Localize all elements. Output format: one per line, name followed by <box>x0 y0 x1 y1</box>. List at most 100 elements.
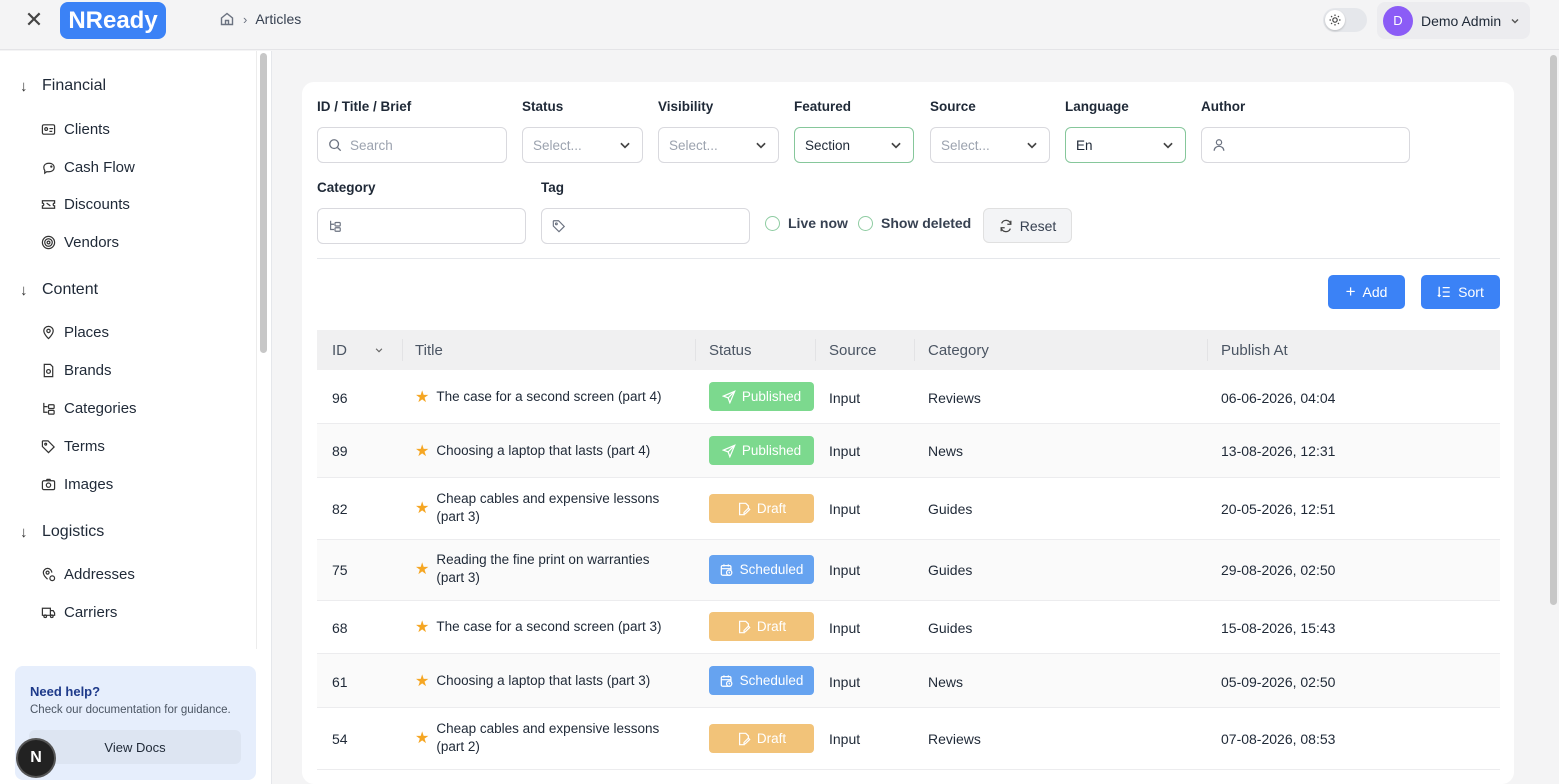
sidebar-item-addresses[interactable]: Addresses <box>41 566 135 583</box>
table-row[interactable]: 82 ★ Cheap cables and expensive lessons … <box>317 478 1500 540</box>
help-text: Check our documentation for guidance. <box>30 704 231 716</box>
show-deleted-checkbox[interactable]: Show deleted <box>858 215 971 231</box>
star-icon[interactable]: ★ <box>415 559 429 579</box>
sidebar-scrollbar[interactable] <box>260 53 267 353</box>
calendar-clock-icon <box>720 563 733 576</box>
language-select[interactable]: En <box>1065 127 1186 163</box>
column-category[interactable]: Category <box>928 342 989 359</box>
star-icon[interactable]: ★ <box>415 617 429 637</box>
theme-toggle[interactable] <box>1323 8 1367 32</box>
cell-source: Input <box>829 674 861 690</box>
tag-icon <box>41 440 55 454</box>
sidebar-item-vendors[interactable]: Vendors <box>41 234 119 251</box>
ticket-icon <box>41 200 56 209</box>
star-icon[interactable]: ★ <box>415 671 429 691</box>
live-now-checkbox[interactable]: Live now <box>765 215 848 231</box>
column-title[interactable]: Title <box>415 342 443 359</box>
close-icon[interactable]: ✕ <box>22 9 46 33</box>
sidebar-item-terms[interactable]: Terms <box>41 438 105 455</box>
source-select[interactable]: Select... <box>930 127 1050 163</box>
sidebar-item-carriers[interactable]: Carriers <box>41 604 117 621</box>
sidebar-item-label: Brands <box>64 362 112 379</box>
cell-publish-at: 07-08-2026, 08:53 <box>1221 731 1336 747</box>
reset-button[interactable]: Reset <box>983 208 1072 243</box>
chevron-down-icon <box>1163 142 1173 149</box>
sidebar-item-discounts[interactable]: Discounts <box>41 196 130 213</box>
sidebar-item-categories[interactable]: Categories <box>41 400 137 417</box>
floating-action-button[interactable]: N <box>18 740 54 776</box>
cell-title[interactable]: ★ The case for a second screen (part 3) <box>415 617 685 637</box>
table-row[interactable]: 75 ★ Reading the fine print on warrantie… <box>317 540 1500 601</box>
sidebar-scroll-track <box>256 51 257 649</box>
checkbox-circle <box>858 215 873 231</box>
star-icon[interactable]: ★ <box>415 387 429 407</box>
sidebar-item-clients[interactable]: Clients <box>41 121 110 138</box>
cell-category: News <box>928 443 964 459</box>
column-status[interactable]: Status <box>709 342 752 359</box>
cell-source: Input <box>829 731 861 747</box>
app-logo[interactable]: NReady <box>60 2 166 39</box>
column-id[interactable]: ID <box>332 342 347 359</box>
sidebar-item-label: Clients <box>64 121 110 138</box>
chevron-down-icon <box>891 142 901 149</box>
table-row[interactable]: 61 ★ Choosing a laptop that lasts (part … <box>317 654 1500 708</box>
sidebar-item-places[interactable]: Places <box>41 324 109 341</box>
cell-title-text: Cheap cables and expensive lessons (part… <box>436 491 660 524</box>
status-select[interactable]: Select... <box>522 127 643 163</box>
home-icon[interactable] <box>219 11 235 27</box>
chevron-down-icon[interactable] <box>374 345 384 355</box>
avatar: D <box>1383 5 1413 36</box>
star-icon[interactable]: ★ <box>415 498 429 518</box>
cell-title[interactable]: ★ Reading the fine print on warranties (… <box>415 551 685 587</box>
page-scrollbar[interactable] <box>1550 55 1557 605</box>
column-source[interactable]: Source <box>829 342 877 359</box>
view-docs-button[interactable]: View Docs <box>29 730 241 764</box>
calendar-clock-icon <box>720 674 733 687</box>
star-icon[interactable]: ★ <box>415 441 429 461</box>
sidebar-item-label: Carriers <box>64 604 118 621</box>
cell-title[interactable]: ★ Choosing a laptop that lasts (part 3) <box>415 671 685 691</box>
author-input[interactable] <box>1201 127 1410 163</box>
visibility-select[interactable]: Select... <box>658 127 779 163</box>
sidebar-item-images[interactable]: Images <box>41 476 113 493</box>
star-icon[interactable]: ★ <box>415 728 429 748</box>
sidebar-item-cash-flow[interactable]: Cash Flow <box>41 159 135 176</box>
tag-input[interactable] <box>541 208 750 244</box>
table-row[interactable]: 68 ★ The case for a second screen (part … <box>317 601 1500 654</box>
search-input[interactable]: Search <box>317 127 507 163</box>
cell-title-text: Choosing a laptop that lasts (part 3) <box>436 673 651 688</box>
add-label: Add <box>1362 284 1388 300</box>
location-icon <box>42 567 56 582</box>
sort-button[interactable]: Sort <box>1421 275 1500 309</box>
status-label: Published <box>741 389 802 404</box>
arrow-down-icon: ↓ <box>20 523 28 541</box>
featured-select[interactable]: Section <box>794 127 914 163</box>
piggy-bank-icon <box>43 162 55 175</box>
category-input[interactable] <box>317 208 526 244</box>
visibility-select-value: Select... <box>669 137 718 153</box>
sidebar: ↓ Financial Clients Cash Flow Discounts … <box>0 51 272 784</box>
table-row[interactable]: 96 ★ The case for a second screen (part … <box>317 371 1500 424</box>
column-publish-at[interactable]: Publish At <box>1221 342 1288 359</box>
cell-publish-at: 29-08-2026, 02:50 <box>1221 562 1336 578</box>
map-pin-icon <box>43 325 54 340</box>
camera-icon <box>41 478 56 491</box>
add-button[interactable]: + Add <box>1328 275 1405 309</box>
reset-label: Reset <box>1019 217 1057 234</box>
filter-label-featured: Featured <box>794 99 852 114</box>
table-row[interactable]: 89 ★ Choosing a laptop that lasts (part … <box>317 424 1500 478</box>
sidebar-group-content[interactable]: ↓ Content <box>20 281 98 299</box>
sidebar-group-logistics[interactable]: ↓ Logistics <box>20 523 104 541</box>
cell-title[interactable]: ★ The case for a second screen (part 4) <box>415 387 685 407</box>
column-separator <box>695 339 696 361</box>
table-row[interactable]: 54 ★ Cheap cables and expensive lessons … <box>317 708 1500 770</box>
user-menu[interactable]: D Demo Admin <box>1377 2 1530 39</box>
cell-title[interactable]: ★ Choosing a laptop that lasts (part 4) <box>415 441 685 461</box>
send-icon <box>721 389 736 404</box>
sidebar-item-brands[interactable]: Brands <box>41 362 112 379</box>
status-badge: Draft <box>709 612 814 641</box>
cell-title[interactable]: ★ Cheap cables and expensive lessons (pa… <box>415 490 685 526</box>
cell-title[interactable]: ★ Cheap cables and expensive lessons (pa… <box>415 720 685 756</box>
tag-icon <box>552 220 566 233</box>
sidebar-group-financial[interactable]: ↓ Financial <box>20 77 106 95</box>
